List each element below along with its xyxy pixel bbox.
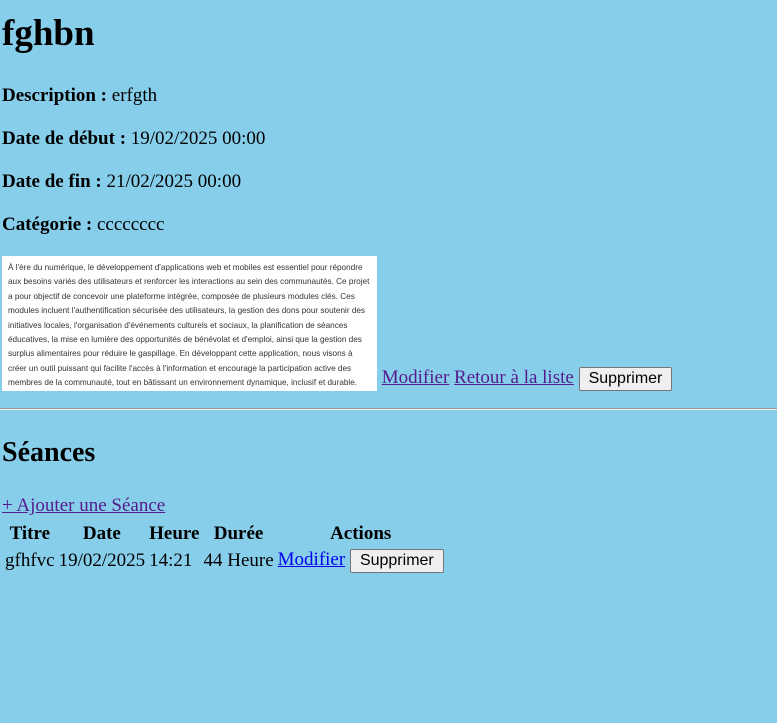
seances-heading: Séances <box>2 437 96 468</box>
seance-date: 19/02/2025 <box>58 550 146 571</box>
category-label: Catégorie : <box>2 214 93 235</box>
seance-titre: gfhfvc <box>5 550 55 571</box>
event-title: fghbn <box>2 13 95 54</box>
seance-actions: Modifier Supprimer <box>277 548 445 574</box>
table-row: gfhfvc 19/02/2025 14:21 44 Heure Modifie… <box>4 548 445 574</box>
end-date-field: Date de fin : 21/02/2025 00:00 <box>2 171 241 193</box>
event-image-text: À l'ère du numérique, le développement d… <box>8 263 370 388</box>
table-header-row: Titre Date Heure Durée Actions <box>4 522 445 546</box>
delete-event-button[interactable]: Supprimer <box>578 367 673 391</box>
event-actions-row: À l'ère du numérique, le développement d… <box>2 256 673 391</box>
event-details-page: fghbn Description : erfgth Date de début… <box>0 0 777 573</box>
column-header-date: Date <box>82 523 121 544</box>
description-value: erfgth <box>111 85 158 106</box>
event-image: À l'ère du numérique, le développement d… <box>2 256 377 391</box>
column-header-actions: Actions <box>330 523 392 544</box>
category-field: Catégorie : cccccccc <box>2 214 164 236</box>
end-date-label: Date de fin : <box>2 171 102 192</box>
column-header-duree: Durée <box>213 523 264 544</box>
seances-table: Titre Date Heure Durée Actions gfhfvc 19… <box>2 520 447 576</box>
description-label: Description : <box>2 85 108 106</box>
end-date-value: 21/02/2025 00:00 <box>106 171 242 192</box>
edit-event-link[interactable]: Modifier <box>382 367 450 388</box>
column-header-heure: Heure <box>149 523 200 544</box>
category-value: cccccccc <box>96 214 165 235</box>
edit-seance-link[interactable]: Modifier <box>278 549 346 570</box>
start-date-value: 19/02/2025 00:00 <box>130 128 266 149</box>
delete-seance-button[interactable]: Supprimer <box>349 549 444 573</box>
seance-duree: 44 Heure <box>203 550 274 571</box>
column-header-titre: Titre <box>9 523 51 544</box>
start-date-label: Date de début : <box>2 128 127 149</box>
seance-heure: 14:21 <box>149 550 193 571</box>
add-seance-link[interactable]: + Ajouter une Séance <box>2 495 165 517</box>
description-field: Description : erfgth <box>2 85 157 107</box>
start-date-field: Date de début : 19/02/2025 00:00 <box>2 128 265 150</box>
section-divider <box>0 408 777 410</box>
back-to-list-link[interactable]: Retour à la liste <box>454 367 574 388</box>
